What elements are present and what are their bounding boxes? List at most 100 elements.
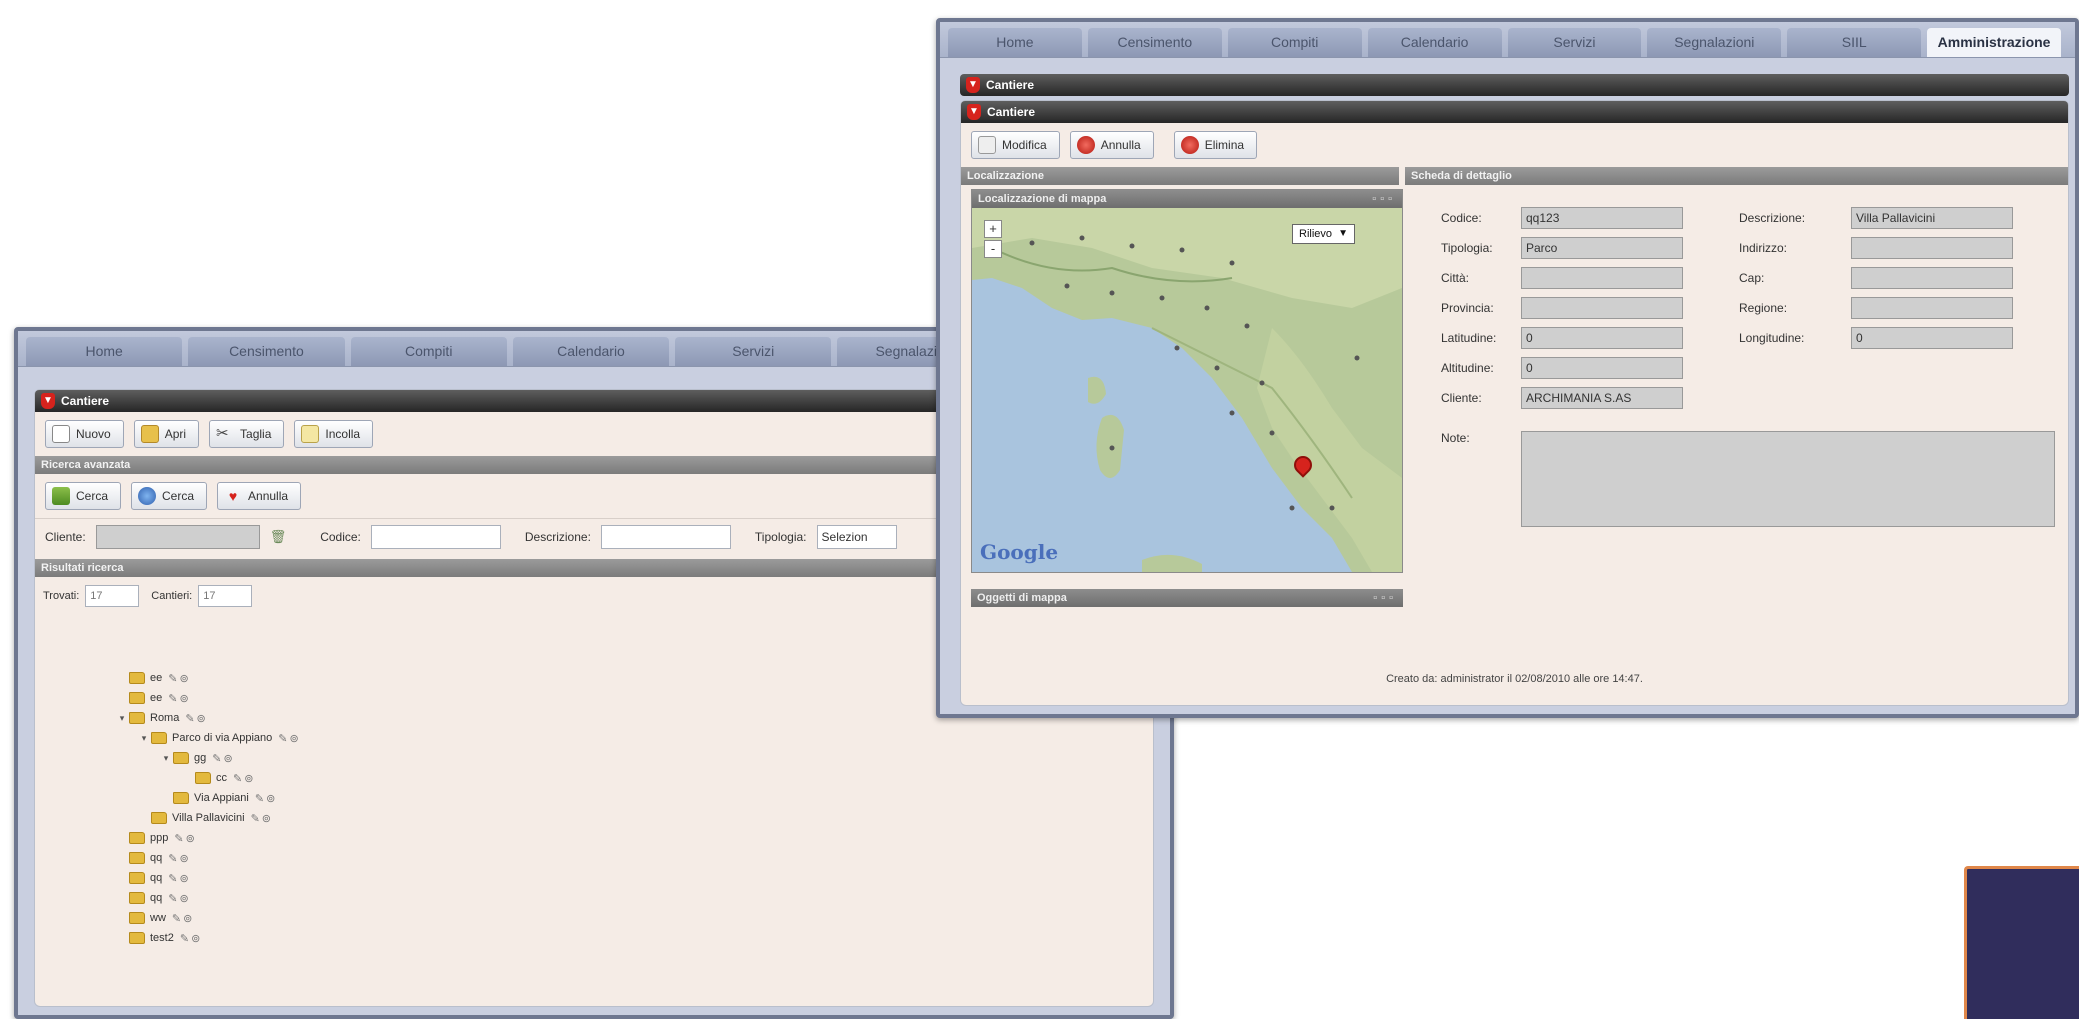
tab-siil[interactable]: SIIL [1787, 28, 1922, 57]
tab-censimento[interactable]: Censimento [1087, 28, 1222, 57]
edit-delete-icon[interactable]: ✎⊚ [185, 712, 207, 725]
tab-compiti[interactable]: Compiti [350, 337, 507, 366]
cerca-button[interactable]: Cerca [45, 482, 122, 510]
citta-field [1521, 267, 1683, 289]
codice-field: qq123 [1521, 207, 1683, 229]
apri-label: Apri [164, 427, 187, 441]
tree-node[interactable]: Via Appiani ✎⊚ [115, 788, 301, 808]
regione-label: Regione: [1739, 301, 1788, 315]
expand-arrow-icon[interactable]: ▾ [115, 713, 129, 724]
window-controls-icon[interactable]: ▫▫▫ [1372, 190, 1396, 208]
nuovo-button[interactable]: Nuovo [45, 420, 124, 448]
edit-delete-icon[interactable]: ✎⊚ [174, 832, 196, 845]
right-window: Home Censimento Compiti Calendario Servi… [936, 18, 2079, 718]
corner-panel [1964, 866, 2079, 1019]
tree-node-label: test2 [150, 932, 174, 944]
tree-node[interactable]: ppp ✎⊚ [115, 828, 301, 848]
folder-icon [173, 752, 189, 764]
provincia-label: Provincia: [1441, 301, 1494, 315]
taglia-button[interactable]: ✂ Taglia [209, 420, 285, 448]
altitudine-field: 0 [1521, 357, 1683, 379]
tree-node[interactable]: test2 ✎⊚ [115, 928, 301, 948]
edit-delete-icon[interactable]: ✎⊚ [168, 852, 190, 865]
zoom-in-button[interactable]: + [984, 220, 1002, 238]
edit-delete-icon[interactable]: ✎⊚ [168, 692, 190, 705]
zoom-out-button[interactable]: - [984, 240, 1002, 258]
tree-node[interactable]: ww ✎⊚ [115, 908, 301, 928]
tree-node-label: ww [150, 912, 166, 924]
window-controls-icon[interactable]: ▫▫▫ [1373, 589, 1397, 607]
folder-icon [129, 692, 145, 704]
map-view[interactable]: + - Rilievo ▼ Google [972, 208, 1402, 572]
tipologia-select[interactable]: Selezion [816, 525, 897, 549]
folder-icon [151, 732, 167, 744]
edit-delete-icon[interactable]: ✎⊚ [172, 912, 194, 925]
edit-delete-icon[interactable]: ✎⊚ [180, 932, 202, 945]
tree-node[interactable]: ▾ Parco di via Appiano ✎⊚ [115, 728, 301, 748]
descrizione-input[interactable] [600, 525, 731, 549]
tree-node[interactable]: qq ✎⊚ [115, 868, 301, 888]
scheda-dettaglio-header: Scheda di dettaglio [1405, 167, 2068, 185]
tab-calendario[interactable]: Calendario [512, 337, 670, 366]
tab-compiti[interactable]: Compiti [1227, 28, 1362, 57]
elimina-label: Elimina [1204, 138, 1245, 152]
edit-delete-icon[interactable]: ✎⊚ [251, 812, 273, 825]
delete-icon [1180, 136, 1199, 154]
expand-arrow-icon[interactable]: ▾ [159, 753, 173, 764]
edit-delete-icon[interactable]: ✎⊚ [255, 792, 277, 805]
globe-icon [138, 487, 157, 505]
descrizione-label: Descrizione: [1739, 211, 1806, 225]
edit-delete-icon[interactable]: ✎⊚ [212, 752, 234, 765]
tab-home[interactable]: Home [948, 28, 1082, 57]
note-label: Note: [1441, 431, 1470, 445]
map-type-select[interactable]: Rilievo ▼ [1292, 224, 1356, 244]
tab-servizi[interactable]: Servizi [675, 337, 832, 366]
note-field [1521, 431, 2055, 527]
tree-node[interactable]: cc ✎⊚ [115, 768, 301, 788]
tab-calendario[interactable]: Calendario [1367, 28, 1502, 57]
heart-icon: ♥ [228, 488, 238, 504]
annulla-button[interactable]: Annulla [1069, 131, 1154, 159]
map-title: Localizzazione di mappa [978, 193, 1107, 205]
cerca-label: Cerca [76, 489, 109, 503]
tab-home[interactable]: Home [26, 337, 183, 366]
tree-node[interactable]: ee ✎⊚ [115, 668, 301, 688]
longitudine-field: 0 [1851, 327, 2013, 349]
regione-field [1851, 297, 2013, 319]
tipologia-field: Parco [1521, 237, 1683, 259]
expand-arrow-icon[interactable]: ▾ [137, 733, 151, 744]
edit-delete-icon[interactable]: ✎⊚ [168, 892, 190, 905]
tab-segnalazioni[interactable]: Segnalazioni [1647, 28, 1782, 57]
trash-icon[interactable]: 🗑 [270, 529, 287, 545]
cerca-globe-button[interactable]: Cerca [131, 482, 208, 510]
edit-delete-icon[interactable]: ✎⊚ [233, 772, 255, 785]
folder-icon [129, 872, 145, 884]
tree-node[interactable]: ▾ Roma ✎⊚ [115, 708, 301, 728]
tree-node[interactable]: qq ✎⊚ [115, 888, 301, 908]
tree-node[interactable]: Villa Pallavicini ✎⊚ [115, 808, 301, 828]
edit-delete-icon[interactable]: ✎⊚ [168, 672, 190, 685]
modifica-button[interactable]: Modifica [971, 131, 1060, 159]
app-shield-icon: ▼ [41, 393, 55, 409]
edit-delete-icon[interactable]: ✎⊚ [278, 732, 300, 745]
edit-delete-icon[interactable]: ✎⊚ [168, 872, 190, 885]
cliente-label: Cliente: [45, 530, 86, 544]
annulla-search-button[interactable]: ♥ Annulla [217, 482, 302, 510]
tree-node-label: qq [150, 872, 163, 884]
tab-censimento[interactable]: Censimento [188, 337, 345, 366]
map-panel-header: Localizzazione di mappa ▫▫▫ [972, 190, 1402, 208]
incolla-button[interactable]: Incolla [294, 420, 374, 448]
chevron-down-icon: ▼ [1338, 228, 1349, 239]
tree-node-label: ee [150, 672, 163, 684]
cliente-field[interactable] [95, 525, 260, 549]
screenshot-root: Home Censimento Compiti Calendario Servi… [0, 0, 2079, 1019]
tree-node[interactable]: ee ✎⊚ [115, 688, 301, 708]
tab-amministrazione[interactable]: Amministrazione [1927, 28, 2061, 57]
codice-input[interactable] [370, 525, 501, 549]
tab-servizi[interactable]: Servizi [1507, 28, 1642, 57]
tree-node[interactable]: ▾ gg ✎⊚ [115, 748, 301, 768]
oggetti-mappa-header: Oggetti di mappa ▫▫▫ [971, 589, 1403, 607]
tree-node[interactable]: qq ✎⊚ [115, 848, 301, 868]
elimina-button[interactable]: Elimina [1173, 131, 1258, 159]
apri-button[interactable]: Apri [133, 420, 200, 448]
